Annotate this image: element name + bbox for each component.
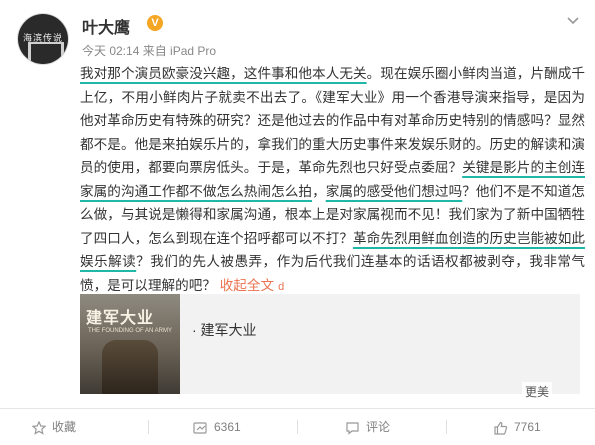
highlighted-text: 我对那个演员欧豪没兴趣，这件事和他本人无关 xyxy=(80,66,367,81)
divider xyxy=(148,420,149,434)
post-text: 我对那个演员欧豪没兴趣，这件事和他本人无关。现在娱乐圈小鲜肉当道，片酬成千上亿，… xyxy=(80,62,585,299)
card-title[interactable]: · 建军大业 xyxy=(192,320,257,340)
post-meta: 今天 02:14 来自 iPad Pro xyxy=(82,42,216,59)
chevron-down-icon[interactable] xyxy=(566,16,580,26)
avatar-image xyxy=(28,42,64,62)
repost-button[interactable]: 6361 xyxy=(193,409,241,445)
like-count: 7761 xyxy=(514,420,541,434)
watermark: 更美 xyxy=(522,382,553,401)
comment-button[interactable]: 评论 xyxy=(345,409,390,445)
repost-count: 6361 xyxy=(214,420,241,434)
link-card[interactable]: 建军大业 THE FOUNDING OF AN ARMY · 建军大业 xyxy=(80,294,580,394)
comment-icon xyxy=(346,422,359,435)
post-content: 我对那个演员欧豪没兴趣，这件事和他本人无关。现在娱乐圈小鲜肉当道，片酬成千上亿，… xyxy=(80,62,585,299)
comment-label: 评论 xyxy=(366,420,391,434)
post-text-segment: ， xyxy=(312,183,326,199)
divider xyxy=(297,420,298,434)
poster-subtitle: THE FOUNDING OF AN ARMY xyxy=(88,328,173,334)
post-text-segment: ？我们的先人被愚弄，作为后代我们连基本的话语权都被剥夺，我非常气愤，是可以理解的… xyxy=(80,254,586,293)
movie-poster[interactable]: 建军大业 THE FOUNDING OF AN ARMY xyxy=(80,294,180,394)
thumbs-up-icon xyxy=(494,421,508,435)
collapse-icon[interactable]: d xyxy=(278,281,284,293)
poster-title: 建军大业 xyxy=(86,308,155,327)
post-source: 来自 iPad Pro xyxy=(142,44,217,58)
favorite-button[interactable]: 收藏 xyxy=(31,409,77,445)
favorite-label: 收藏 xyxy=(52,420,77,434)
post-time[interactable]: 今天 02:14 xyxy=(82,44,139,58)
avatar[interactable]: 海滨传说 xyxy=(18,14,68,64)
collapse-full-text-link[interactable]: 收起全文 xyxy=(220,278,274,293)
verified-badge-icon: V xyxy=(147,15,163,31)
poster-figure xyxy=(102,340,158,394)
divider xyxy=(446,420,447,434)
repost-icon xyxy=(193,422,207,434)
post-text-segment: 。现在娱乐圈小鲜肉当道，片酬成千上亿，不用小鲜肉片子就卖不出去了。《建军大业》用… xyxy=(80,66,586,175)
like-button[interactable]: 7761 xyxy=(493,409,541,445)
author-name[interactable]: 叶大鹰 xyxy=(82,14,130,38)
star-icon xyxy=(31,420,47,435)
action-toolbar: 收藏 6361 评论 7761 xyxy=(0,408,595,445)
highlighted-text: 家属的感受他们想过吗 xyxy=(325,183,463,199)
